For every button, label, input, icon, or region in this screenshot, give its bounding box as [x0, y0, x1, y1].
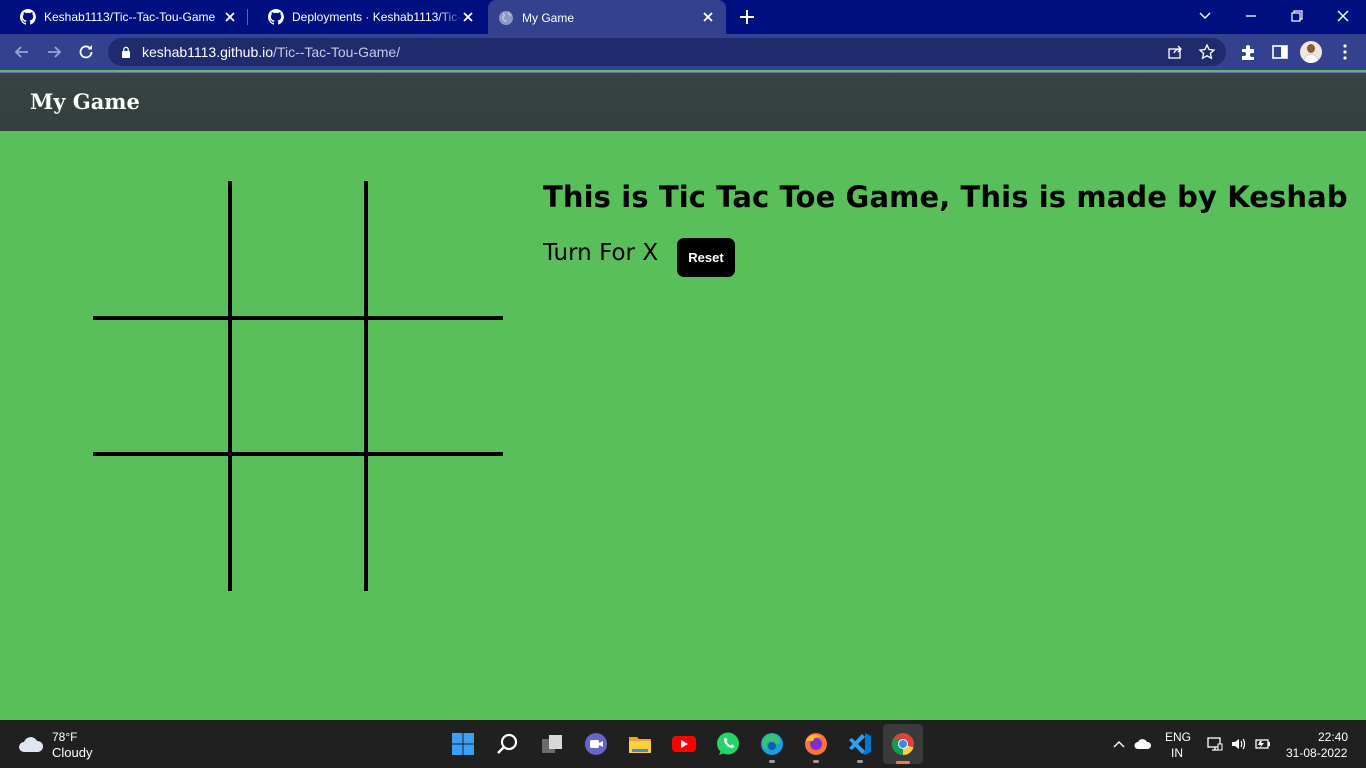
- board-cell[interactable]: [365, 181, 499, 315]
- whatsapp-icon[interactable]: [715, 731, 741, 757]
- bookmark-star-icon[interactable]: [1198, 43, 1216, 61]
- globe-icon: [499, 11, 513, 25]
- forward-icon[interactable]: [44, 42, 64, 62]
- vscode-icon[interactable]: [847, 731, 873, 757]
- teams-chat-icon[interactable]: [583, 731, 609, 757]
- kebab-menu-icon[interactable]: [1335, 42, 1355, 62]
- running-indicator: [813, 760, 819, 763]
- volume-icon[interactable]: [1230, 735, 1248, 753]
- board-cell[interactable]: [229, 317, 363, 451]
- tab-title: My Game: [522, 11, 575, 25]
- side-panel-icon[interactable]: [1270, 42, 1290, 62]
- language-indicator[interactable]: ENG: [1165, 730, 1191, 744]
- reload-icon[interactable]: [76, 42, 96, 62]
- game-heading: This is Tic Tac Toe Game, This is made b…: [543, 180, 1348, 214]
- board-cell[interactable]: [229, 181, 363, 315]
- running-indicator: [769, 760, 775, 763]
- board-cell[interactable]: [93, 181, 227, 315]
- url-path: /Tic--Tac-Tou-Game/: [273, 44, 401, 60]
- url-text: keshab1113.github.io/Tic--Tac-Tou-Game/: [142, 44, 400, 60]
- clock-time[interactable]: 22:40: [1318, 730, 1348, 744]
- share-icon[interactable]: [1166, 43, 1184, 61]
- browser-tab-repo[interactable]: Keshab1113/Tic--Tac-Tou-Game: [0, 0, 248, 34]
- windows-start-icon[interactable]: [450, 731, 476, 757]
- new-tab-icon[interactable]: [737, 7, 757, 27]
- avatar-head: [1307, 44, 1315, 53]
- browser-tab-my-game[interactable]: My Game: [488, 0, 726, 36]
- github-icon: [20, 9, 36, 25]
- board-cell[interactable]: [93, 453, 227, 587]
- network-icon[interactable]: [1206, 735, 1224, 753]
- youtube-icon[interactable]: [671, 731, 697, 757]
- avatar-body: [1303, 54, 1319, 63]
- extensions-icon[interactable]: [1238, 42, 1258, 62]
- region-indicator[interactable]: IN: [1171, 746, 1183, 760]
- turn-indicator: Turn For X: [543, 240, 659, 266]
- onedrive-cloud-icon[interactable]: [1134, 735, 1152, 753]
- close-window-icon[interactable]: [1332, 5, 1354, 27]
- search-icon[interactable]: [495, 731, 521, 757]
- chrome-icon[interactable]: [890, 731, 916, 757]
- profile-avatar[interactable]: [1300, 41, 1322, 63]
- weather-condition[interactable]: Cloudy: [52, 745, 92, 760]
- browser-tab-deployments[interactable]: Deployments · Keshab1113/Tic--Tac-Tou-Ga…: [248, 0, 486, 34]
- file-explorer-icon[interactable]: [627, 731, 653, 757]
- site-navbar: My Game: [0, 72, 1366, 131]
- reset-button[interactable]: Reset: [677, 238, 735, 277]
- tab-title: Keshab1113/Tic--Tac-Tou-Game: [44, 10, 216, 24]
- back-icon[interactable]: [12, 42, 32, 62]
- url-host: keshab1113.github.io: [142, 44, 274, 60]
- tab-title: Deployments · Keshab1113/Tic--Tac-Tou-Ga…: [292, 10, 464, 24]
- windows-taskbar: 78°F Cloudy ENG IN 22:40 31-08-2022: [0, 720, 1366, 768]
- board-cell[interactable]: [93, 317, 227, 451]
- lock-icon[interactable]: [120, 46, 132, 58]
- restore-icon[interactable]: [1286, 5, 1308, 27]
- github-icon: [268, 9, 284, 25]
- show-hidden-icons-chevron-icon[interactable]: [1110, 735, 1128, 753]
- browser-tab-strip: Keshab1113/Tic--Tac-Tou-Game Deployments…: [0, 0, 1366, 36]
- active-app-indicator: [896, 761, 910, 764]
- running-indicator: [857, 760, 863, 763]
- task-view-icon[interactable]: [539, 731, 565, 757]
- close-tab-icon[interactable]: [222, 9, 238, 25]
- weather-temperature[interactable]: 78°F: [52, 730, 77, 744]
- tic-tac-toe-board: [93, 181, 503, 591]
- edge-icon[interactable]: [759, 731, 785, 757]
- board-cell[interactable]: [365, 317, 499, 451]
- tab-search-chevron-icon[interactable]: [1194, 5, 1216, 27]
- battery-icon[interactable]: [1254, 735, 1272, 753]
- close-tab-icon[interactable]: [460, 9, 476, 25]
- minimize-icon[interactable]: [1240, 5, 1262, 27]
- board-cell[interactable]: [229, 453, 363, 587]
- cloudy-weather-icon[interactable]: [17, 733, 45, 755]
- firefox-icon[interactable]: [803, 731, 829, 757]
- close-tab-icon[interactable]: [700, 9, 716, 25]
- browser-toolbar: keshab1113.github.io/Tic--Tac-Tou-Game/: [0, 34, 1366, 70]
- site-brand[interactable]: My Game: [30, 89, 140, 114]
- board-cell[interactable]: [365, 453, 499, 587]
- address-bar[interactable]: keshab1113.github.io/Tic--Tac-Tou-Game/: [108, 38, 1226, 66]
- clock-date[interactable]: 31-08-2022: [1286, 746, 1347, 760]
